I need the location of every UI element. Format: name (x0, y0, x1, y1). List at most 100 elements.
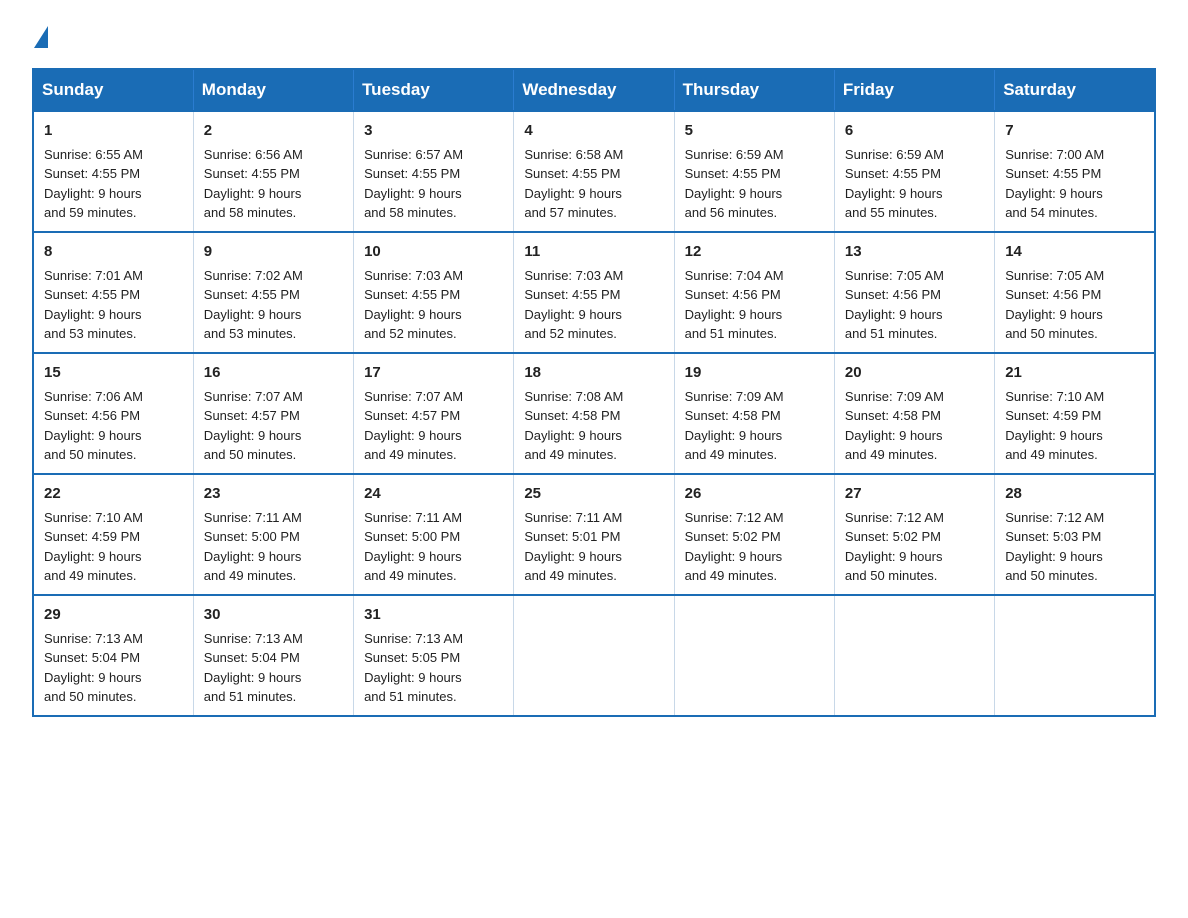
day-cell-7: 7 Sunrise: 7:00 AMSunset: 4:55 PMDaylight… (995, 111, 1155, 232)
day-header-tuesday: Tuesday (354, 69, 514, 111)
day-number: 16 (204, 362, 343, 384)
day-info: Sunrise: 6:55 AMSunset: 4:55 PMDaylight:… (44, 147, 143, 221)
day-number: 7 (1005, 120, 1144, 142)
day-info: Sunrise: 7:12 AMSunset: 5:02 PMDaylight:… (685, 510, 784, 584)
day-info: Sunrise: 6:59 AMSunset: 4:55 PMDaylight:… (685, 147, 784, 221)
day-cell-26: 26 Sunrise: 7:12 AMSunset: 5:02 PMDayligh… (674, 474, 834, 595)
empty-cell (674, 595, 834, 716)
day-info: Sunrise: 7:07 AMSunset: 4:57 PMDaylight:… (364, 389, 463, 463)
day-number: 6 (845, 120, 984, 142)
day-cell-8: 8 Sunrise: 7:01 AMSunset: 4:55 PMDaylight… (33, 232, 193, 353)
logo-triangle-icon (34, 26, 48, 48)
empty-cell (834, 595, 994, 716)
day-number: 15 (44, 362, 183, 384)
day-info: Sunrise: 6:56 AMSunset: 4:55 PMDaylight:… (204, 147, 303, 221)
day-number: 26 (685, 483, 824, 505)
day-info: Sunrise: 7:09 AMSunset: 4:58 PMDaylight:… (685, 389, 784, 463)
day-cell-27: 27Sunrise: 7:12 AMSunset: 5:02 PMDayligh… (834, 474, 994, 595)
day-cell-22: 22Sunrise: 7:10 AMSunset: 4:59 PMDayligh… (33, 474, 193, 595)
day-info: Sunrise: 7:03 AMSunset: 4:55 PMDaylight:… (364, 268, 463, 342)
page-header (32, 24, 1156, 48)
day-number: 12 (685, 241, 824, 263)
day-number: 20 (845, 362, 984, 384)
logo (32, 24, 48, 48)
day-info: Sunrise: 7:11 AMSunset: 5:00 PMDaylight:… (364, 510, 462, 584)
day-cell-18: 18 Sunrise: 7:08 AMSunset: 4:58 PMDayligh… (514, 353, 674, 474)
day-number: 25 (524, 483, 663, 505)
day-info: Sunrise: 7:11 AMSunset: 5:00 PMDaylight:… (204, 510, 302, 584)
day-number: 30 (204, 604, 343, 626)
week-row-4: 29Sunrise: 7:13 AMSunset: 5:04 PMDayligh… (33, 595, 1155, 716)
day-number: 13 (845, 241, 984, 263)
day-number: 17 (364, 362, 503, 384)
day-info: Sunrise: 7:09 AMSunset: 4:58 PMDaylight:… (845, 389, 944, 463)
day-number: 24 (364, 483, 503, 505)
day-cell-10: 10 Sunrise: 7:03 AMSunset: 4:55 PMDayligh… (354, 232, 514, 353)
day-number: 14 (1005, 241, 1144, 263)
day-cell-31: 31Sunrise: 7:13 AMSunset: 5:05 PMDayligh… (354, 595, 514, 716)
week-row-0: 1Sunrise: 6:55 AMSunset: 4:55 PMDaylight… (33, 111, 1155, 232)
day-number: 8 (44, 241, 183, 263)
day-header-wednesday: Wednesday (514, 69, 674, 111)
day-header-friday: Friday (834, 69, 994, 111)
day-number: 3 (364, 120, 503, 142)
calendar-table: SundayMondayTuesdayWednesdayThursdayFrid… (32, 68, 1156, 717)
day-cell-20: 20 Sunrise: 7:09 AMSunset: 4:58 PMDayligh… (834, 353, 994, 474)
day-info: Sunrise: 7:05 AMSunset: 4:56 PMDaylight:… (1005, 268, 1104, 342)
day-info: Sunrise: 7:10 AMSunset: 4:59 PMDaylight:… (1005, 389, 1104, 463)
day-cell-14: 14 Sunrise: 7:05 AMSunset: 4:56 PMDayligh… (995, 232, 1155, 353)
day-number: 23 (204, 483, 343, 505)
day-info: Sunrise: 7:07 AMSunset: 4:57 PMDaylight:… (204, 389, 303, 463)
week-row-2: 15 Sunrise: 7:06 AMSunset: 4:56 PMDayligh… (33, 353, 1155, 474)
day-cell-19: 19 Sunrise: 7:09 AMSunset: 4:58 PMDayligh… (674, 353, 834, 474)
day-cell-6: 6Sunrise: 6:59 AMSunset: 4:55 PMDaylight… (834, 111, 994, 232)
day-info: Sunrise: 6:57 AMSunset: 4:55 PMDaylight:… (364, 147, 463, 221)
day-cell-5: 5Sunrise: 6:59 AMSunset: 4:55 PMDaylight… (674, 111, 834, 232)
day-number: 18 (524, 362, 663, 384)
day-info: Sunrise: 7:04 AMSunset: 4:56 PMDaylight:… (685, 268, 784, 342)
day-number: 9 (204, 241, 343, 263)
day-number: 21 (1005, 362, 1144, 384)
week-row-3: 22Sunrise: 7:10 AMSunset: 4:59 PMDayligh… (33, 474, 1155, 595)
day-info: Sunrise: 7:10 AMSunset: 4:59 PMDaylight:… (44, 510, 143, 584)
day-cell-11: 11Sunrise: 7:03 AMSunset: 4:55 PMDayligh… (514, 232, 674, 353)
day-cell-25: 25 Sunrise: 7:11 AMSunset: 5:01 PMDayligh… (514, 474, 674, 595)
day-cell-4: 4Sunrise: 6:58 AMSunset: 4:55 PMDaylight… (514, 111, 674, 232)
day-cell-3: 3 Sunrise: 6:57 AMSunset: 4:55 PMDaylight… (354, 111, 514, 232)
day-cell-9: 9 Sunrise: 7:02 AMSunset: 4:55 PMDaylight… (193, 232, 353, 353)
calendar-header: SundayMondayTuesdayWednesdayThursdayFrid… (33, 69, 1155, 111)
day-cell-29: 29Sunrise: 7:13 AMSunset: 5:04 PMDayligh… (33, 595, 193, 716)
day-number: 4 (524, 120, 663, 142)
day-cell-30: 30Sunrise: 7:13 AMSunset: 5:04 PMDayligh… (193, 595, 353, 716)
day-number: 10 (364, 241, 503, 263)
day-cell-21: 21 Sunrise: 7:10 AMSunset: 4:59 PMDayligh… (995, 353, 1155, 474)
day-cell-15: 15 Sunrise: 7:06 AMSunset: 4:56 PMDayligh… (33, 353, 193, 474)
day-header-saturday: Saturday (995, 69, 1155, 111)
logo-full (32, 24, 48, 48)
day-number: 19 (685, 362, 824, 384)
day-info: Sunrise: 7:02 AMSunset: 4:55 PMDaylight:… (204, 268, 303, 342)
day-info: Sunrise: 7:11 AMSunset: 5:01 PMDaylight:… (524, 510, 622, 584)
week-row-1: 8 Sunrise: 7:01 AMSunset: 4:55 PMDaylight… (33, 232, 1155, 353)
day-info: Sunrise: 7:00 AMSunset: 4:55 PMDaylight:… (1005, 147, 1104, 221)
day-cell-17: 17 Sunrise: 7:07 AMSunset: 4:57 PMDayligh… (354, 353, 514, 474)
day-header-row: SundayMondayTuesdayWednesdayThursdayFrid… (33, 69, 1155, 111)
day-cell-12: 12 Sunrise: 7:04 AMSunset: 4:56 PMDayligh… (674, 232, 834, 353)
day-info: Sunrise: 7:01 AMSunset: 4:55 PMDaylight:… (44, 268, 143, 342)
day-cell-23: 23 Sunrise: 7:11 AMSunset: 5:00 PMDayligh… (193, 474, 353, 595)
day-number: 27 (845, 483, 984, 505)
day-number: 2 (204, 120, 343, 142)
day-info: Sunrise: 7:06 AMSunset: 4:56 PMDaylight:… (44, 389, 143, 463)
day-info: Sunrise: 7:05 AMSunset: 4:56 PMDaylight:… (845, 268, 944, 342)
day-cell-28: 28Sunrise: 7:12 AMSunset: 5:03 PMDayligh… (995, 474, 1155, 595)
day-number: 31 (364, 604, 503, 626)
day-info: Sunrise: 7:08 AMSunset: 4:58 PMDaylight:… (524, 389, 623, 463)
day-header-sunday: Sunday (33, 69, 193, 111)
day-cell-16: 16 Sunrise: 7:07 AMSunset: 4:57 PMDayligh… (193, 353, 353, 474)
day-cell-2: 2 Sunrise: 6:56 AMSunset: 4:55 PMDaylight… (193, 111, 353, 232)
day-cell-13: 13 Sunrise: 7:05 AMSunset: 4:56 PMDayligh… (834, 232, 994, 353)
day-header-monday: Monday (193, 69, 353, 111)
day-cell-1: 1Sunrise: 6:55 AMSunset: 4:55 PMDaylight… (33, 111, 193, 232)
day-cell-24: 24 Sunrise: 7:11 AMSunset: 5:00 PMDayligh… (354, 474, 514, 595)
day-info: Sunrise: 7:12 AMSunset: 5:03 PMDaylight:… (1005, 510, 1104, 584)
